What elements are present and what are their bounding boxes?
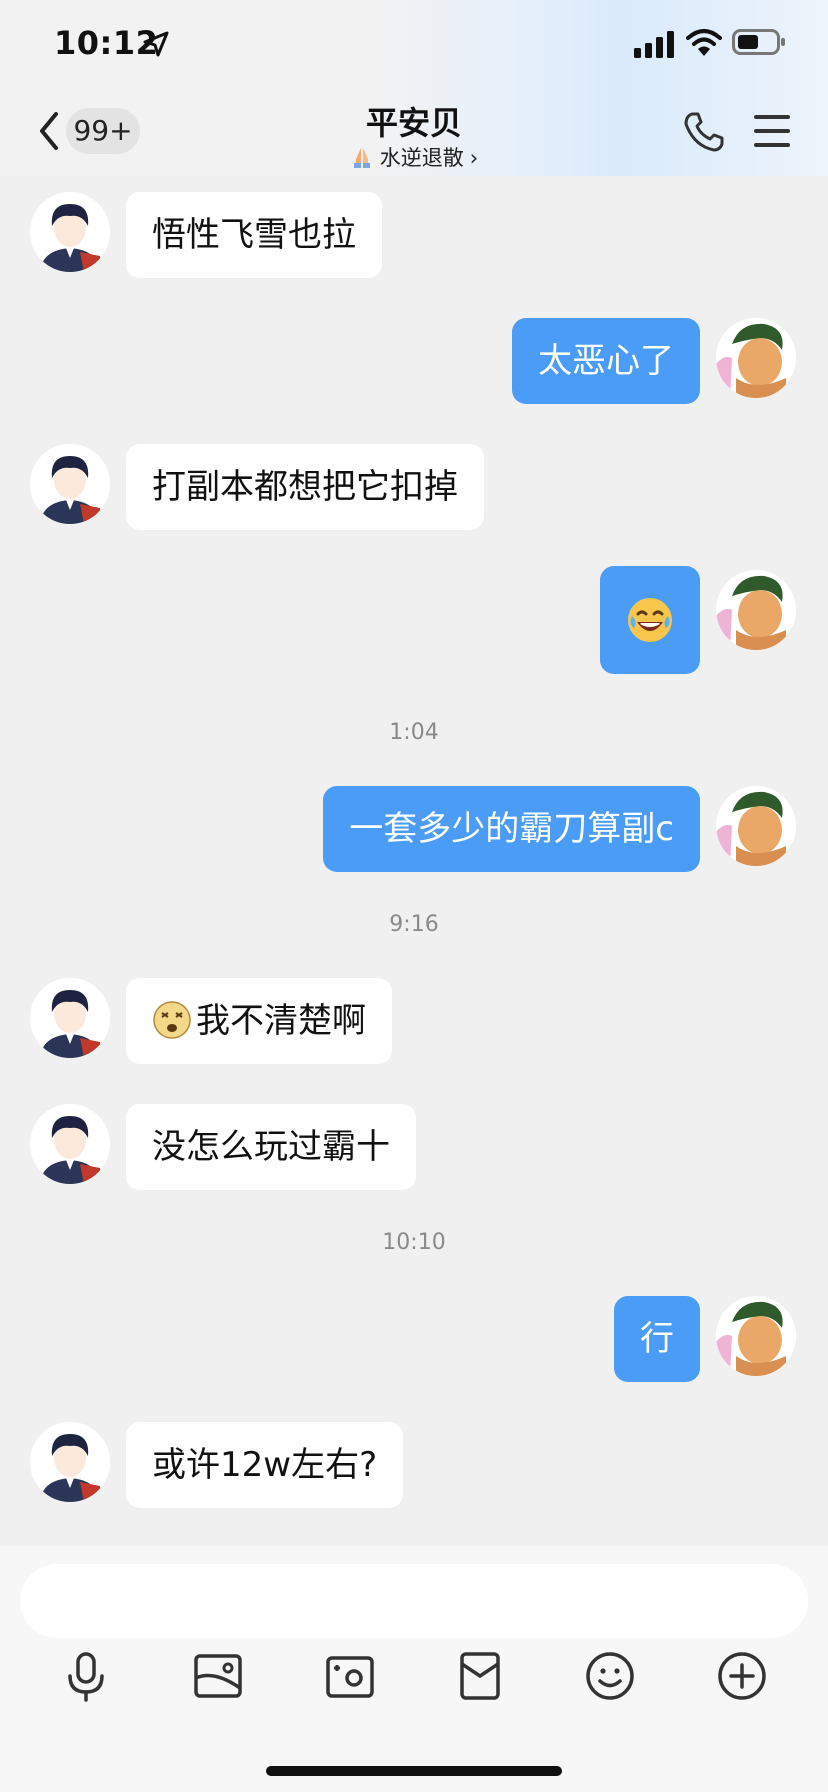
contact-avatar[interactable] (30, 1104, 110, 1184)
chat-status-text: 水逆退散 (379, 146, 464, 170)
my-avatar[interactable] (716, 570, 796, 650)
status-bar: 10:12 (0, 0, 828, 90)
cellular-signal-icon (634, 30, 676, 58)
contact-avatar[interactable] (30, 978, 110, 1058)
microphone-icon[interactable] (58, 1648, 114, 1704)
battery-icon (732, 28, 786, 56)
more-menu-icon[interactable] (752, 112, 792, 150)
incoming-message-bubble[interactable]: 或许12w左右? (126, 1422, 404, 1508)
message-text: 我不清楚啊 (196, 1001, 366, 1041)
laughing-tears-emoji-icon (626, 596, 674, 644)
outgoing-message-bubble[interactable]: 一套多少的霸刀算副c (323, 786, 700, 872)
chevron-right-icon: › (469, 146, 479, 170)
image-icon[interactable] (190, 1648, 246, 1704)
outgoing-emoji-bubble[interactable] (600, 566, 700, 674)
contact-avatar[interactable] (30, 444, 110, 524)
contact-avatar[interactable] (30, 192, 110, 272)
timestamp: 1:04 (389, 720, 439, 745)
emoji-icon[interactable] (582, 1648, 638, 1704)
red-packet-icon[interactable] (452, 1648, 508, 1704)
home-indicator (266, 1766, 562, 1776)
folded-hands-icon (350, 145, 374, 169)
chat-header: 99+ 平安贝 水逆退散 › (0, 90, 828, 176)
incoming-message-bubble[interactable]: 打副本都想把它扣掉 (126, 444, 484, 530)
timestamp: 9:16 (389, 912, 439, 937)
outgoing-message-bubble[interactable]: 行 (614, 1296, 700, 1382)
incoming-message-bubble[interactable]: 没怎么玩过霸十 (126, 1104, 416, 1190)
camera-icon[interactable] (322, 1648, 378, 1704)
contact-avatar[interactable] (30, 1422, 110, 1502)
my-avatar[interactable] (716, 1296, 796, 1376)
top-bar: 10:12 99+ 平安贝 水逆退散 › (0, 0, 828, 176)
message-input[interactable] (20, 1564, 808, 1638)
composer (0, 1546, 828, 1792)
my-avatar[interactable] (716, 786, 796, 866)
location-arrow-icon (142, 30, 170, 58)
phone-call-icon[interactable] (682, 110, 726, 154)
incoming-message-bubble[interactable]: 悟性飞雪也拉 (126, 192, 382, 278)
my-avatar[interactable] (716, 318, 796, 398)
outgoing-message-bubble[interactable]: 太恶心了 (512, 318, 700, 404)
timestamp: 10:10 (382, 1230, 446, 1255)
wifi-icon (686, 28, 722, 58)
incoming-message-bubble[interactable]: 我不清楚啊 (126, 978, 392, 1064)
dizzy-face-emoji-icon (152, 1000, 192, 1040)
plus-icon[interactable] (714, 1648, 770, 1704)
